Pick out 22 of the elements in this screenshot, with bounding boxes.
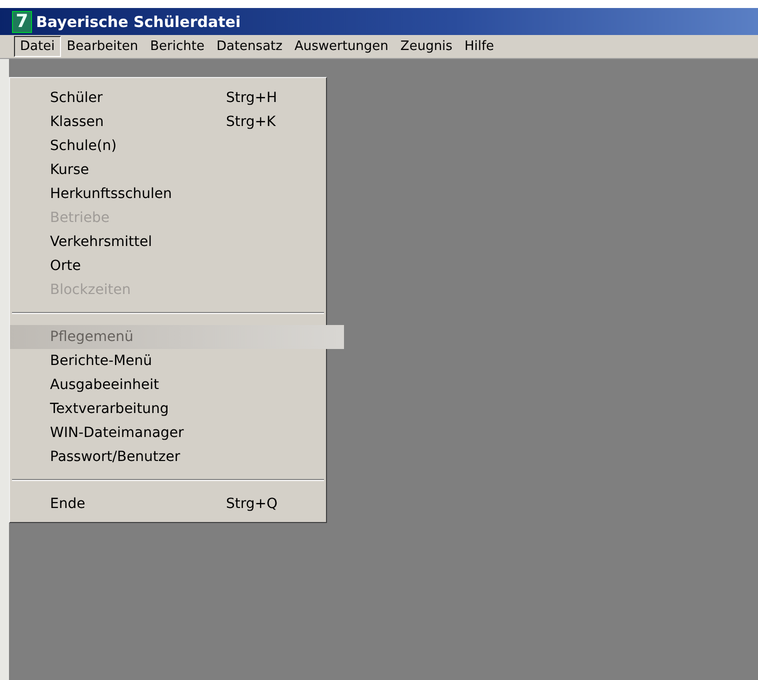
menu-item[interactable]: Bearbeiten (60, 36, 144, 57)
menu-entry[interactable]: Berichte-Menü (10, 349, 326, 373)
menu-entry[interactable]: Herkunftsschulen (10, 182, 326, 206)
menu-entry[interactable]: Ende Strg+Q (10, 492, 326, 516)
menu-entry[interactable]: Passwort/Benutzer (10, 445, 326, 469)
menu-entry[interactable]: Kurse (10, 158, 326, 182)
menu-item[interactable]: Datei (14, 36, 61, 57)
menu-entry[interactable]: Schule(n) (10, 134, 326, 158)
menu-entry[interactable]: Verkehrsmittel (10, 230, 326, 254)
menu-item[interactable]: Hilfe (458, 36, 500, 57)
menu-item[interactable]: Zeugnis (394, 36, 458, 57)
menu-entry[interactable]: Textverarbeitung (10, 397, 326, 421)
app-icon: 7 (12, 10, 32, 32)
menu-entry[interactable]: Orte (10, 254, 326, 278)
window-title: Bayerische Schülerdatei (36, 12, 241, 30)
menu-item[interactable]: Auswertungen (288, 36, 394, 57)
menu-entry[interactable]: Klassen Strg+K (10, 110, 326, 134)
menu-item[interactable]: Berichte (144, 36, 210, 57)
menu-item[interactable]: Datensatz (210, 36, 288, 57)
menu-entry[interactable]: Ausgabeeinheit (10, 373, 326, 397)
menu-entry[interactable]: Schüler Strg+H (10, 86, 326, 110)
menu-entry[interactable]: WIN-Dateimanager (10, 421, 326, 445)
